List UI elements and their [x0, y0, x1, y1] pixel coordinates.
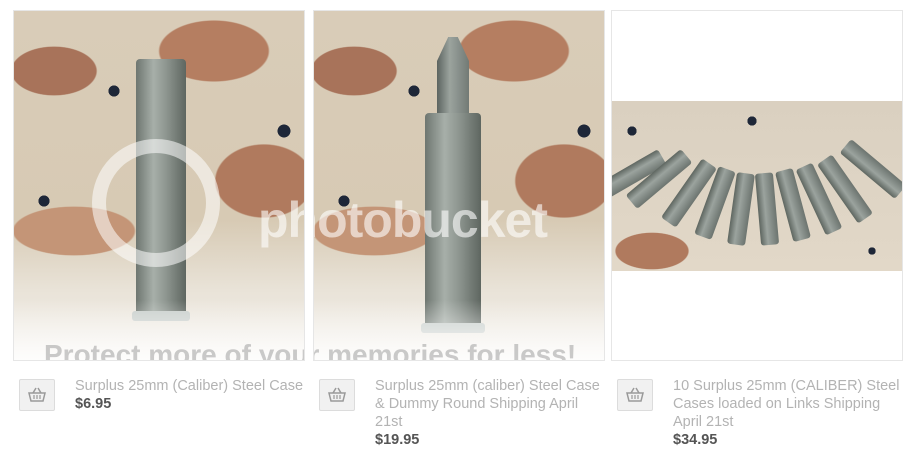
product-price: $19.95	[375, 432, 420, 448]
product-image[interactable]: photobucket Protect more of your memorie…	[313, 10, 605, 361]
basket-icon[interactable]	[319, 379, 355, 411]
product-price: $6.95	[75, 396, 112, 412]
basket-icon-glyph	[626, 387, 644, 402]
basket-icon-glyph	[28, 387, 46, 402]
basket-icon-glyph	[328, 387, 346, 402]
product-card[interactable]: photobucket 10 Surplus 25mm (CALIBER) St…	[611, 10, 903, 449]
basket-icon[interactable]	[617, 379, 653, 411]
product-title-link[interactable]: 10 Surplus 25mm (CALIBER) Steel Cases lo…	[673, 377, 903, 431]
product-card[interactable]: photobucket Protect more of your memorie…	[313, 10, 605, 449]
product-title-link[interactable]: Surplus 25mm (caliber) Steel Case & Dumm…	[375, 377, 605, 431]
product-card[interactable]: photobucket Protect more of your memorie…	[13, 10, 305, 447]
dummy-round-photo	[425, 113, 481, 328]
product-image[interactable]: photobucket Protect more of your memorie…	[13, 10, 305, 361]
product-price: $34.95	[673, 432, 718, 448]
product-info: 10 Surplus 25mm (CALIBER) Steel Cases lo…	[611, 377, 903, 449]
product-info: Surplus 25mm (Caliber) Steel Case $6.95	[13, 377, 305, 447]
steel-case-photo	[136, 59, 186, 317]
linked-cases-photo	[612, 101, 902, 271]
product-image[interactable]: photobucket	[611, 10, 903, 361]
product-title-link[interactable]: Surplus 25mm (Caliber) Steel Case	[75, 377, 305, 395]
basket-icon[interactable]	[19, 379, 55, 411]
product-info: Surplus 25mm (caliber) Steel Case & Dumm…	[313, 377, 605, 449]
